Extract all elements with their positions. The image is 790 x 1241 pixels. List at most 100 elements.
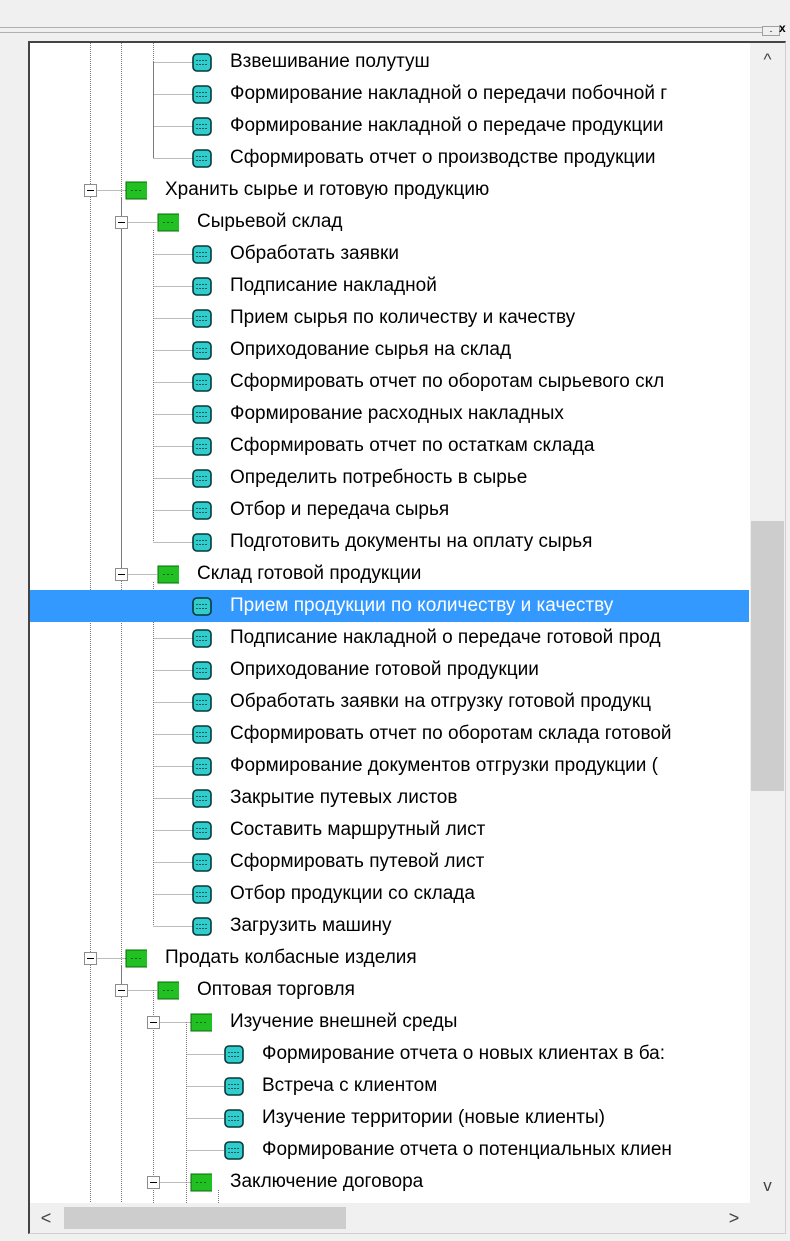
teal-process-icon [192,373,212,392]
tree-item[interactable]: Прием продукции по количеству и качеству [30,590,749,622]
horizontal-scrollbar[interactable]: < > [30,1203,750,1233]
tree-item[interactable]: Продать колбасные изделия [30,942,749,974]
teal-process-icon [192,853,212,872]
teal-process-icon [192,885,212,904]
scroll-up-arrow-icon[interactable]: ^ [750,43,785,77]
teal-process-icon [192,309,212,328]
teal-process-icon [224,1077,244,1096]
tree-item-label: Загрузить машину [230,915,392,936]
tree-item-label: Сырьевой склад [197,211,343,232]
scroll-right-arrow-icon[interactable]: > [718,1203,750,1233]
tree-item-label: Склад готовой продукции [197,563,422,584]
close-button[interactable]: x [779,22,790,34]
tree-item[interactable]: Оприходование готовой продукции [30,654,749,686]
teal-process-icon [224,1141,244,1160]
collapse-toggle-icon[interactable] [115,984,128,997]
tree-item[interactable]: Формирование расходных накладных [30,398,749,430]
scroll-left-arrow-icon[interactable]: < [30,1203,62,1233]
scroll-down-arrow-icon[interactable]: v [750,1169,785,1203]
tree-item-label: Сформировать путевой лист [230,851,485,872]
tree-item[interactable]: Изучение внешней среды [30,1006,749,1038]
tree-item[interactable]: Определить потребность в сырье [30,462,749,494]
tree-item-label: Хранить сырье и готовую продукцию [165,179,490,200]
collapse-toggle-icon[interactable] [147,1016,160,1029]
tree-item-label: Оприходование сырья на склад [230,339,512,360]
teal-process-icon [192,469,212,488]
tree-item[interactable]: Формирование накладной о передаче продук… [30,110,749,142]
tree-item[interactable]: Сформировать отчет по остаткам склада [30,430,749,462]
tree-item[interactable]: Формирование документов отгрузки продукц… [30,750,749,782]
tree-item-label: Сформировать отчет по оборотам сырьевого… [230,371,665,392]
tree-item-label: Отбор и передача сырья [230,499,450,520]
teal-process-icon [192,725,212,744]
tree-item-label: Формирование накладной о передачи побочн… [230,83,668,104]
teal-process-icon [192,629,212,648]
tree-item[interactable]: Хранить сырье и готовую продукцию [30,174,749,206]
tree-item-label: Изучение территории (новые клиенты) [262,1107,605,1128]
tree-item[interactable]: Формирование отчета о потенциальных клие… [30,1134,749,1166]
tree-item[interactable]: Подписание накладной о передаче готовой … [30,622,749,654]
teal-process-icon [192,693,212,712]
tree-item[interactable]: Сформировать путевой лист [30,846,749,878]
tree-item-label: Формирование накладной о передаче продук… [230,115,664,136]
collapse-toggle-icon[interactable] [84,184,97,197]
green-folder-icon [125,181,147,200]
collapse-toggle-icon[interactable] [115,568,128,581]
tree-item-label: Формирование отчета о потенциальных клие… [262,1139,672,1160]
tree-item-label: Обработать заявки на отгрузку готовой пр… [230,691,652,712]
green-folder-icon [157,213,179,232]
tree-item[interactable]: Сформировать отчет по оборотам сырьевого… [30,366,749,398]
minimize-button[interactable]: - [762,26,780,36]
tree-item[interactable]: Изучение территории (новые клиенты) [30,1102,749,1134]
tree-item[interactable]: Склад готовой продукции [30,558,749,590]
tree-item-label: Отбор продукции со склада [230,883,475,904]
tree-item[interactable]: Отбор и передача сырья [30,494,749,526]
tree-item[interactable]: Сырьевой склад [30,206,749,238]
tree-item-label: Прием сырья по количеству и качеству [230,307,576,328]
teal-process-icon [192,405,212,424]
tree-item[interactable]: Закрытие путевых листов [30,782,749,814]
teal-process-icon [192,917,212,936]
teal-process-icon [192,501,212,520]
teal-process-icon [192,245,212,264]
tree-item[interactable]: Составить маршрутный лист [30,814,749,846]
tree-item-label: Составить маршрутный лист [230,819,486,840]
tree-item[interactable]: Обработать заявки на отгрузку готовой пр… [30,686,749,718]
vertical-scroll-thumb[interactable] [751,521,784,791]
horizontal-scroll-thumb[interactable] [64,1207,346,1229]
tree-item[interactable]: Взвешивание полутуш [30,46,749,78]
tree-item[interactable]: Оптовая торговля [30,974,749,1006]
tree-item-label: Сформировать отчет по остаткам склада [230,435,595,456]
tree-item-label: Подписание накладной о передаче готовой … [230,627,661,648]
tree-rows: Взвешивание полутуш Формирование накладно… [30,43,749,1203]
process-tree-view[interactable]: Взвешивание полутуш Формирование накладно… [28,41,786,1234]
collapse-toggle-icon[interactable] [147,1176,160,1189]
tree-item-label: Закрытие путевых листов [230,787,458,808]
green-folder-icon [125,949,147,968]
teal-process-icon [192,117,212,136]
tree-item[interactable]: Подготовить документы на оплату сырья [30,526,749,558]
collapse-toggle-icon[interactable] [84,952,97,965]
tree-item[interactable]: Сформировать отчет о производстве продук… [30,142,749,174]
tree-item[interactable]: Загрузить машину [30,910,749,942]
tree-item[interactable]: Формирование накладной о передачи побочн… [30,78,749,110]
tree-item[interactable]: Встреча с клиентом [30,1070,749,1102]
tree-item[interactable]: Формирование отчета о новых клиентах в б… [30,1038,749,1070]
tree-item[interactable]: Сформировать отчет по оборотам склада го… [30,718,749,750]
green-folder-icon [157,565,179,584]
scrollbar-corner [750,1203,785,1233]
tree-item[interactable]: Заключение договора [30,1166,749,1198]
teal-process-icon [192,533,212,552]
tree-item[interactable]: Отбор продукции со склада [30,878,749,910]
tree-item-label: Формирование расходных накладных [230,403,564,424]
tree-item[interactable]: Обработать заявки [30,238,749,270]
tree-item-label: Оптовая торговля [197,979,355,1000]
tree-item[interactable]: Оприходование сырья на склад [30,334,749,366]
tree-item-label: Встреча с клиентом [262,1075,438,1096]
tree-item-label: Подготовить документы на оплату сырья [230,531,593,552]
teal-process-icon [224,1045,244,1064]
collapse-toggle-icon[interactable] [115,216,128,229]
tree-item[interactable]: Прием сырья по количеству и качеству [30,302,749,334]
tree-item[interactable]: Подписание накладной [30,270,749,302]
vertical-scrollbar[interactable]: ^ v [750,43,785,1203]
